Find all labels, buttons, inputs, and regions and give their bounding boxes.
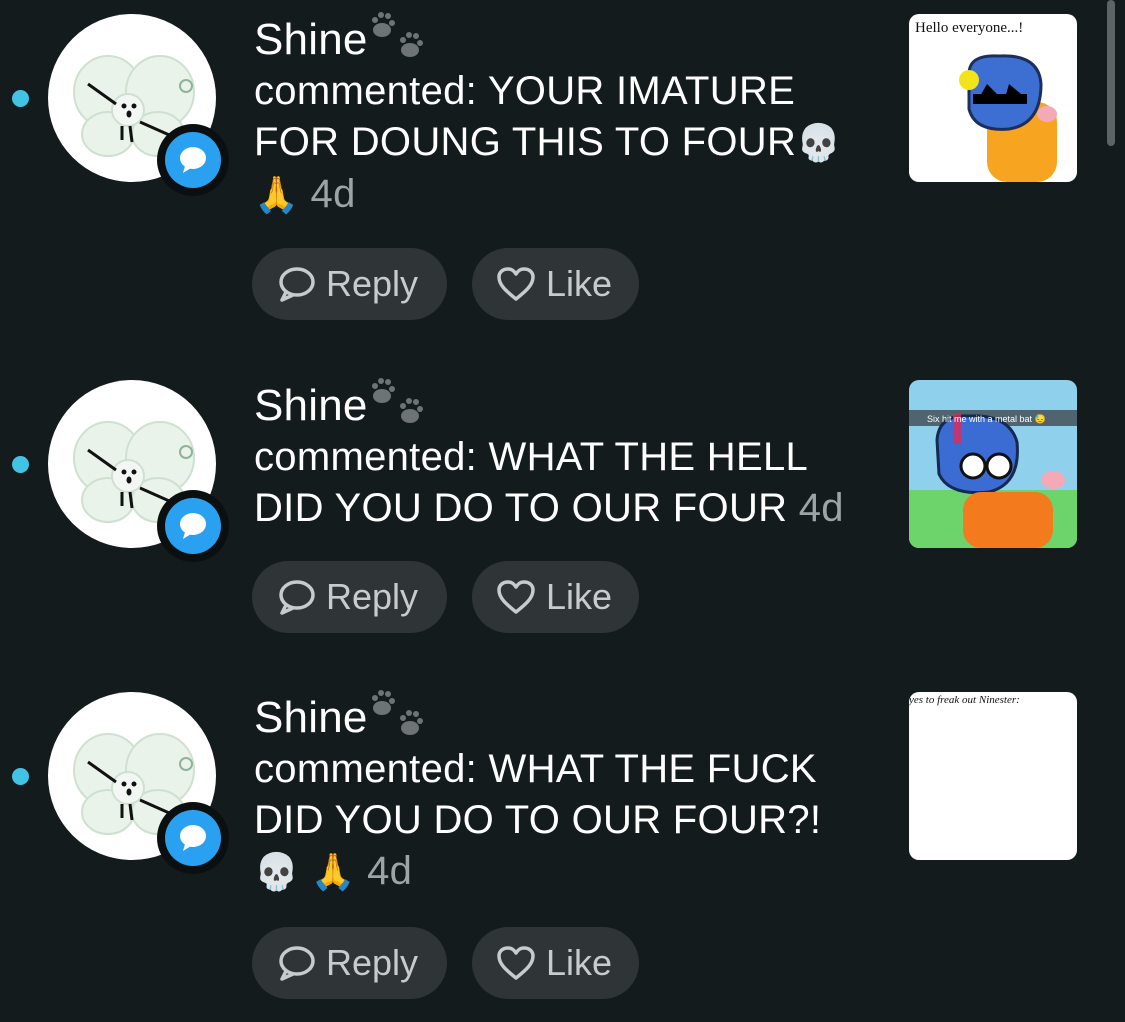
post-thumbnail[interactable]: yes to freak out Ninester: (909, 692, 1077, 860)
like-label: Like (546, 263, 613, 304)
reply-label: Reply (326, 942, 419, 983)
paw-prints-icon (371, 690, 423, 735)
speech-bubble-icon (279, 580, 315, 615)
speech-bubble-icon (279, 946, 315, 981)
timestamp: 4d (310, 172, 356, 216)
pray-emoji: 🙏 (310, 852, 356, 893)
comment-line: WHAT THE FUCK (488, 747, 817, 791)
thumbnail-caption: Six hit me with a metal bat 😓 (927, 414, 1046, 424)
reply-button[interactable]: Reply (252, 561, 447, 633)
comment-bubble-icon (165, 132, 221, 188)
comment-badge (157, 124, 229, 196)
paw-prints-icon (371, 378, 423, 423)
action-label: commented: (254, 435, 478, 479)
reply-button[interactable]: Reply (252, 248, 447, 320)
reply-label: Reply (326, 263, 419, 304)
comment-text: commented: WHAT THE HELL DID YOU DO TO O… (254, 432, 874, 534)
reply-label: Reply (326, 576, 419, 617)
timestamp: 4d (798, 486, 844, 530)
timestamp: 4d (367, 849, 413, 893)
unread-dot (12, 768, 29, 785)
paw-prints-icon (371, 12, 423, 57)
like-button[interactable]: Like (472, 927, 639, 999)
comment-text: commented: WHAT THE FUCK DID YOU DO TO O… (254, 744, 874, 898)
character-image (959, 54, 1057, 182)
unread-dot (12, 90, 29, 107)
comment-badge (157, 490, 229, 562)
like-button[interactable]: Like (472, 248, 639, 320)
action-bar: Reply Like (252, 927, 639, 999)
heart-outline-icon (497, 267, 535, 301)
action-bar: Reply Like (252, 561, 639, 633)
action-label: commented: (254, 747, 478, 791)
like-label: Like (546, 942, 613, 983)
username[interactable]: Shine (254, 380, 368, 432)
scrollbar[interactable] (1107, 0, 1115, 146)
comment-line: DID YOU DO TO OUR FOUR?! (254, 798, 822, 842)
username[interactable]: Shine (254, 692, 368, 744)
username[interactable]: Shine (254, 14, 368, 66)
notification-content: Shine commented: WHAT THE FUCK DID YOU D… (254, 690, 874, 898)
heart-outline-icon (497, 580, 535, 614)
like-button[interactable]: Like (472, 561, 639, 633)
skull-emoji: 💀 (796, 123, 842, 164)
notification-content: Shine commented: YOUR IMATURE FOR DOUNG … (254, 12, 874, 221)
comment-line: FOR DOUNG THIS TO FOUR (254, 120, 797, 164)
comment-bubble-icon (165, 498, 221, 554)
reply-button[interactable]: Reply (252, 927, 447, 999)
post-thumbnail[interactable]: Hello everyone...! (909, 14, 1077, 182)
heart-outline-icon (497, 946, 535, 980)
comment-badge (157, 802, 229, 874)
like-label: Like (546, 576, 613, 617)
notification-content: Shine commented: WHAT THE HELL DID YOU D… (254, 378, 874, 534)
thumbnail-caption: yes to freak out Ninester: (909, 694, 1020, 706)
comment-line: DID YOU DO TO OUR FOUR (254, 486, 788, 530)
comment-text: commented: YOUR IMATURE FOR DOUNG THIS T… (254, 66, 874, 221)
skull-emoji: 💀 (254, 852, 300, 893)
unread-dot (12, 456, 29, 473)
pray-emoji: 🙏 (254, 175, 300, 216)
comment-line: WHAT THE HELL (488, 435, 809, 479)
comment-bubble-icon (165, 810, 221, 866)
post-thumbnail[interactable]: Six hit me with a metal bat 😓 (909, 380, 1077, 548)
speech-bubble-icon (279, 267, 315, 302)
action-label: commented: (254, 69, 478, 113)
character-image (909, 410, 1077, 548)
action-bar: Reply Like (252, 248, 639, 320)
comment-line: YOUR IMATURE (487, 69, 796, 113)
